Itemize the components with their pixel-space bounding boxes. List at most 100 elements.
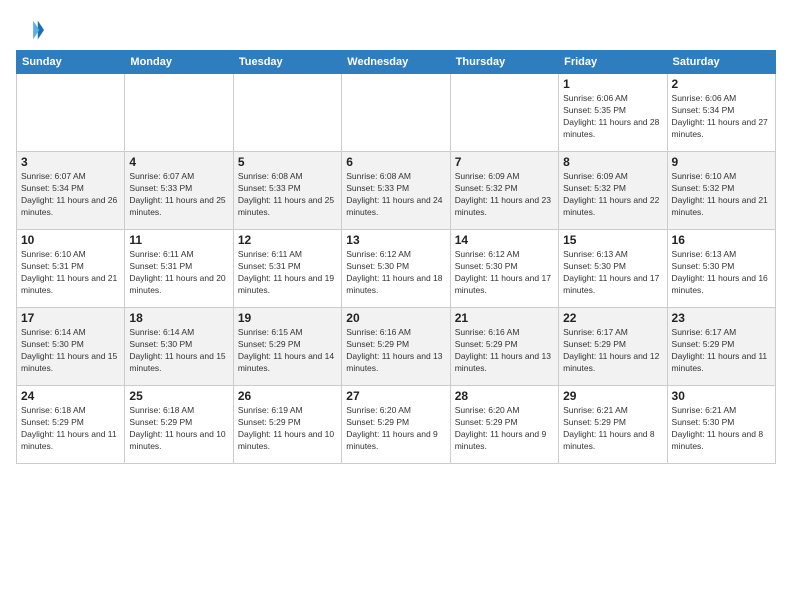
day-number: 27: [346, 389, 445, 403]
day-info: Sunrise: 6:11 AM Sunset: 5:31 PM Dayligh…: [129, 249, 228, 297]
calendar-cell: 30 Sunrise: 6:21 AM Sunset: 5:30 PM Dayli…: [667, 386, 775, 464]
calendar-table: SundayMondayTuesdayWednesdayThursdayFrid…: [16, 50, 776, 464]
day-number: 30: [672, 389, 771, 403]
logo: [16, 16, 48, 44]
day-info: Sunrise: 6:13 AM Sunset: 5:30 PM Dayligh…: [563, 249, 662, 297]
day-info: Sunrise: 6:13 AM Sunset: 5:30 PM Dayligh…: [672, 249, 771, 297]
day-number: 20: [346, 311, 445, 325]
day-number: 15: [563, 233, 662, 247]
logo-icon: [16, 16, 44, 44]
day-number: 14: [455, 233, 554, 247]
weekday-header-monday: Monday: [125, 51, 233, 74]
calendar-cell: [233, 74, 341, 152]
calendar-cell: 3 Sunrise: 6:07 AM Sunset: 5:34 PM Daylig…: [17, 152, 125, 230]
day-info: Sunrise: 6:07 AM Sunset: 5:34 PM Dayligh…: [21, 171, 120, 219]
day-info: Sunrise: 6:17 AM Sunset: 5:29 PM Dayligh…: [672, 327, 771, 375]
day-info: Sunrise: 6:06 AM Sunset: 5:35 PM Dayligh…: [563, 93, 662, 141]
calendar-cell: [450, 74, 558, 152]
day-number: 11: [129, 233, 228, 247]
calendar-cell: 20Sunrise: 6:16 AM Sunset: 5:29 PM Dayli…: [342, 308, 450, 386]
day-info: Sunrise: 6:18 AM Sunset: 5:29 PM Dayligh…: [21, 405, 120, 453]
calendar-cell: [342, 74, 450, 152]
day-info: Sunrise: 6:20 AM Sunset: 5:29 PM Dayligh…: [455, 405, 554, 453]
week-row-1: 1 Sunrise: 6:06 AM Sunset: 5:35 PM Daylig…: [17, 74, 776, 152]
week-row-5: 24 Sunrise: 6:18 AM Sunset: 5:29 PM Dayli…: [17, 386, 776, 464]
day-number: 1: [563, 77, 662, 91]
day-info: Sunrise: 6:14 AM Sunset: 5:30 PM Dayligh…: [129, 327, 228, 375]
day-number: 12: [238, 233, 337, 247]
calendar-cell: 13 Sunrise: 6:12 AM Sunset: 5:30 PM Dayli…: [342, 230, 450, 308]
calendar-cell: 2 Sunrise: 6:06 AM Sunset: 5:34 PM Daylig…: [667, 74, 775, 152]
week-row-4: 17Sunrise: 6:14 AM Sunset: 5:30 PM Dayli…: [17, 308, 776, 386]
calendar-cell: 28 Sunrise: 6:20 AM Sunset: 5:29 PM Dayli…: [450, 386, 558, 464]
day-info: Sunrise: 6:08 AM Sunset: 5:33 PM Dayligh…: [238, 171, 337, 219]
calendar-cell: 11 Sunrise: 6:11 AM Sunset: 5:31 PM Dayli…: [125, 230, 233, 308]
day-info: Sunrise: 6:15 AM Sunset: 5:29 PM Dayligh…: [238, 327, 337, 375]
day-info: Sunrise: 6:21 AM Sunset: 5:30 PM Dayligh…: [672, 405, 771, 453]
day-info: Sunrise: 6:14 AM Sunset: 5:30 PM Dayligh…: [21, 327, 120, 375]
day-number: 24: [21, 389, 120, 403]
weekday-header-friday: Friday: [559, 51, 667, 74]
day-number: 3: [21, 155, 120, 169]
calendar-cell: [17, 74, 125, 152]
day-info: Sunrise: 6:12 AM Sunset: 5:30 PM Dayligh…: [346, 249, 445, 297]
day-info: Sunrise: 6:21 AM Sunset: 5:29 PM Dayligh…: [563, 405, 662, 453]
weekday-header-sunday: Sunday: [17, 51, 125, 74]
day-info: Sunrise: 6:12 AM Sunset: 5:30 PM Dayligh…: [455, 249, 554, 297]
day-number: 2: [672, 77, 771, 91]
calendar-cell: 25 Sunrise: 6:18 AM Sunset: 5:29 PM Dayli…: [125, 386, 233, 464]
calendar-cell: 7Sunrise: 6:09 AM Sunset: 5:32 PM Daylig…: [450, 152, 558, 230]
day-info: Sunrise: 6:18 AM Sunset: 5:29 PM Dayligh…: [129, 405, 228, 453]
header: [16, 12, 776, 44]
day-number: 29: [563, 389, 662, 403]
calendar-cell: 21 Sunrise: 6:16 AM Sunset: 5:29 PM Dayli…: [450, 308, 558, 386]
calendar-cell: 14 Sunrise: 6:12 AM Sunset: 5:30 PM Dayli…: [450, 230, 558, 308]
weekday-header-row: SundayMondayTuesdayWednesdayThursdayFrid…: [17, 51, 776, 74]
calendar-cell: 10 Sunrise: 6:10 AM Sunset: 5:31 PM Dayli…: [17, 230, 125, 308]
week-row-2: 3 Sunrise: 6:07 AM Sunset: 5:34 PM Daylig…: [17, 152, 776, 230]
day-info: Sunrise: 6:07 AM Sunset: 5:33 PM Dayligh…: [129, 171, 228, 219]
calendar-cell: 5 Sunrise: 6:08 AM Sunset: 5:33 PM Daylig…: [233, 152, 341, 230]
day-number: 10: [21, 233, 120, 247]
calendar-cell: 1 Sunrise: 6:06 AM Sunset: 5:35 PM Daylig…: [559, 74, 667, 152]
calendar-cell: 24 Sunrise: 6:18 AM Sunset: 5:29 PM Dayli…: [17, 386, 125, 464]
day-number: 19: [238, 311, 337, 325]
calendar-cell: 26 Sunrise: 6:19 AM Sunset: 5:29 PM Dayli…: [233, 386, 341, 464]
day-info: Sunrise: 6:20 AM Sunset: 5:29 PM Dayligh…: [346, 405, 445, 453]
day-number: 4: [129, 155, 228, 169]
day-number: 16: [672, 233, 771, 247]
calendar-cell: 22 Sunrise: 6:17 AM Sunset: 5:29 PM Dayli…: [559, 308, 667, 386]
day-number: 28: [455, 389, 554, 403]
day-info: Sunrise: 6:06 AM Sunset: 5:34 PM Dayligh…: [672, 93, 771, 141]
day-info: Sunrise: 6:08 AM Sunset: 5:33 PM Dayligh…: [346, 171, 445, 219]
calendar-cell: 4 Sunrise: 6:07 AM Sunset: 5:33 PM Daylig…: [125, 152, 233, 230]
day-number: 5: [238, 155, 337, 169]
calendar-cell: 23 Sunrise: 6:17 AM Sunset: 5:29 PM Dayli…: [667, 308, 775, 386]
calendar-cell: 19 Sunrise: 6:15 AM Sunset: 5:29 PM Dayli…: [233, 308, 341, 386]
calendar-cell: 18Sunrise: 6:14 AM Sunset: 5:30 PM Dayli…: [125, 308, 233, 386]
calendar-cell: 12 Sunrise: 6:11 AM Sunset: 5:31 PM Dayli…: [233, 230, 341, 308]
day-info: Sunrise: 6:19 AM Sunset: 5:29 PM Dayligh…: [238, 405, 337, 453]
day-info: Sunrise: 6:17 AM Sunset: 5:29 PM Dayligh…: [563, 327, 662, 375]
day-number: 21: [455, 311, 554, 325]
calendar-cell: 9Sunrise: 6:10 AM Sunset: 5:32 PM Daylig…: [667, 152, 775, 230]
day-info: Sunrise: 6:16 AM Sunset: 5:29 PM Dayligh…: [455, 327, 554, 375]
day-info: Sunrise: 6:10 AM Sunset: 5:32 PM Dayligh…: [672, 171, 771, 219]
day-number: 22: [563, 311, 662, 325]
day-number: 13: [346, 233, 445, 247]
day-number: 8: [563, 155, 662, 169]
day-number: 26: [238, 389, 337, 403]
calendar-cell: 17Sunrise: 6:14 AM Sunset: 5:30 PM Dayli…: [17, 308, 125, 386]
day-number: 7: [455, 155, 554, 169]
week-row-3: 10 Sunrise: 6:10 AM Sunset: 5:31 PM Dayli…: [17, 230, 776, 308]
day-number: 23: [672, 311, 771, 325]
day-info: Sunrise: 6:11 AM Sunset: 5:31 PM Dayligh…: [238, 249, 337, 297]
weekday-header-tuesday: Tuesday: [233, 51, 341, 74]
day-info: Sunrise: 6:09 AM Sunset: 5:32 PM Dayligh…: [563, 171, 662, 219]
calendar-cell: 15 Sunrise: 6:13 AM Sunset: 5:30 PM Dayli…: [559, 230, 667, 308]
day-info: Sunrise: 6:10 AM Sunset: 5:31 PM Dayligh…: [21, 249, 120, 297]
weekday-header-saturday: Saturday: [667, 51, 775, 74]
day-number: 25: [129, 389, 228, 403]
weekday-header-thursday: Thursday: [450, 51, 558, 74]
page-container: SundayMondayTuesdayWednesdayThursdayFrid…: [0, 0, 792, 472]
